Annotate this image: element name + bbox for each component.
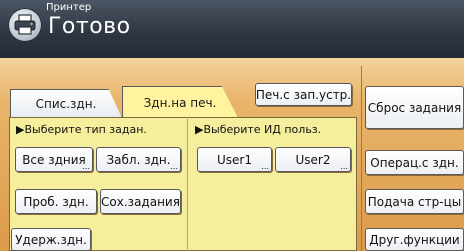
status-text: Готово — [48, 14, 131, 39]
mode-label: Принтер — [46, 2, 92, 13]
tab-job-list-label: Спис.здн. — [35, 97, 97, 111]
hold-jobs-button[interactable]: Удерж.здн. — [11, 228, 91, 251]
form-feed-label: Подача стр-цы — [367, 194, 462, 209]
sample-jobs-label: Проб. здн. — [23, 194, 89, 209]
saved-jobs-button[interactable]: Сох.задания — [100, 189, 181, 214]
tab-print-jobs-label: Здн.на печ. — [143, 95, 217, 110]
more-indicator: ... — [261, 162, 269, 171]
all-jobs-button[interactable]: Все здния ... — [15, 147, 93, 172]
hold-jobs-label: Удерж.здн. — [15, 232, 87, 247]
more-indicator: ... — [170, 162, 178, 171]
locked-jobs-button[interactable]: Забл. здн. ... — [96, 147, 181, 172]
other-functions-button[interactable]: Друг.функции — [365, 228, 464, 251]
side-divider — [361, 66, 362, 251]
other-functions-label: Друг.функции — [369, 232, 460, 247]
user-id-heading: ▶Выберите ИД польз. — [195, 123, 322, 136]
job-operations-label: Операц.с здн. — [370, 155, 459, 170]
user1-button[interactable]: User1 ... — [197, 147, 272, 172]
saved-jobs-label: Сох.задания — [101, 194, 180, 209]
user1-label: User1 — [217, 152, 252, 167]
printer-icon — [8, 8, 42, 42]
section-divider — [187, 117, 188, 251]
form-feed-button[interactable]: Подача стр-цы — [365, 189, 464, 214]
sample-jobs-button[interactable]: Проб. здн. — [15, 189, 97, 214]
more-indicator: ... — [82, 162, 90, 171]
locked-jobs-label: Забл. здн. — [106, 152, 171, 167]
reset-job-label: Сброс задания — [367, 100, 462, 115]
user2-button[interactable]: User2 ... — [275, 147, 351, 172]
status-header: Принтер Готово — [0, 0, 464, 58]
print-from-storage-label: Печ.с зап.устр. — [255, 87, 352, 102]
tab-job-list[interactable]: Спис.здн. — [10, 89, 122, 118]
user2-label: User2 — [295, 152, 331, 167]
tab-print-jobs[interactable]: Здн.на печ. — [122, 86, 238, 118]
all-jobs-label: Все здния — [22, 152, 86, 167]
job-type-heading: ▶Выберите тип задан. — [16, 123, 147, 136]
print-from-storage-button[interactable]: Печ.с зап.устр. — [255, 83, 352, 106]
job-operations-button[interactable]: Операц.с здн. — [365, 150, 464, 175]
more-indicator: ... — [340, 162, 348, 171]
reset-job-button[interactable]: Сброс задания — [365, 86, 464, 129]
